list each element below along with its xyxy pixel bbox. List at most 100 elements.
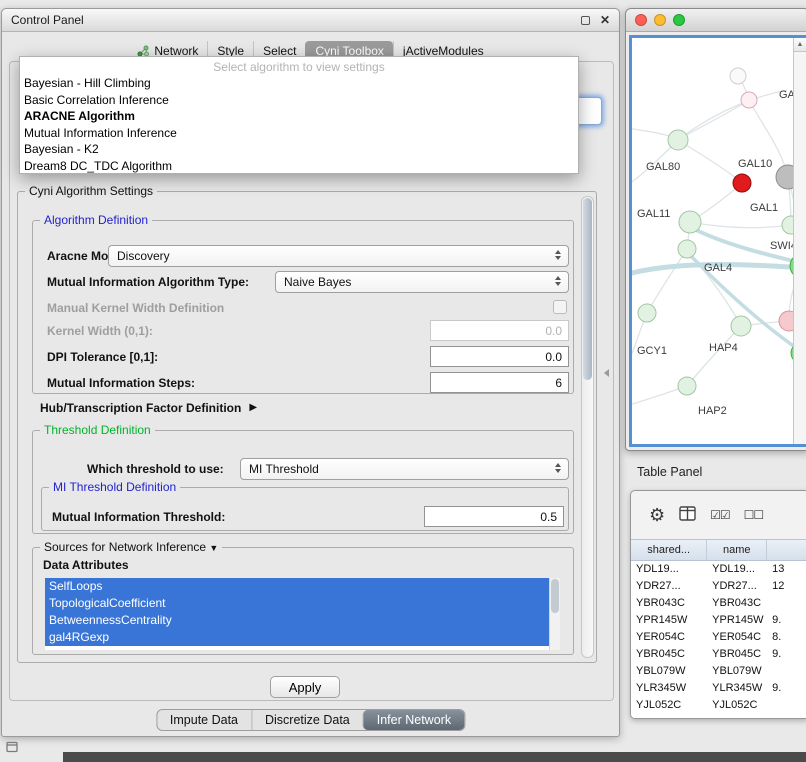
table-cell: YBR045C	[631, 646, 707, 663]
aracne-mode-dropdown[interactable]: Discovery	[108, 245, 569, 267]
tab-discretize-data[interactable]: Discretize Data	[251, 710, 363, 730]
table-cell: YDR27...	[707, 578, 767, 595]
deselect-all-icon[interactable]: ☐☐	[744, 508, 764, 522]
select-all-icon[interactable]: ☑☑	[710, 508, 730, 522]
manual-kernel-checkbox[interactable]	[553, 300, 567, 314]
attribute-item[interactable]: SelfLoops	[45, 578, 549, 595]
table-cell: YDL19...	[631, 561, 707, 578]
window-title: Control Panel	[11, 13, 84, 27]
table-row[interactable]: YBR045CYBR045C9.	[631, 646, 806, 663]
column-header[interactable]: shared...	[631, 540, 707, 560]
algorithm-option-mutual-information-inference[interactable]: Mutual Information Inference	[20, 125, 578, 142]
mi-type-value: Naive Bayes	[284, 275, 351, 289]
settings-vertical-scrollbar[interactable]	[581, 196, 594, 658]
network-window-titlebar[interactable]	[626, 9, 806, 32]
table-row[interactable]: YLR345WYLR345W9.	[631, 680, 806, 697]
column-header[interactable]: name	[707, 540, 767, 560]
attribute-items: SelfLoopsTopologicalCoefficientBetweenne…	[45, 578, 549, 650]
settings-gear-icon[interactable]: ⚙	[649, 506, 665, 524]
kernel-width-field[interactable]: 0.0	[430, 320, 569, 341]
float-window-icon[interactable]	[581, 16, 590, 25]
sources-group-title[interactable]: Sources for Network Inference ▼	[40, 540, 222, 554]
algorithm-definition-title: Algorithm Definition	[40, 213, 152, 227]
table-cell: YPR145W	[707, 612, 767, 629]
network-node[interactable]	[733, 174, 751, 192]
settings-group-title: Cyni Algorithm Settings	[25, 184, 157, 198]
panel-collapse-arrow[interactable]	[604, 369, 609, 377]
network-node[interactable]	[638, 304, 656, 322]
algorithm-option-aracne-algorithm[interactable]: ARACNE Algorithm	[20, 108, 578, 125]
attributes-scrollbar[interactable]	[549, 578, 560, 650]
node-label-gal1: GAL1	[750, 202, 778, 214]
attributes-scrollbar-thumb[interactable]	[551, 579, 559, 613]
hub-definition-toggle[interactable]: Hub/Transcription Factor Definition ▶	[40, 401, 257, 415]
hub-definition-label: Hub/Transcription Factor Definition	[40, 401, 241, 415]
minimize-traffic-light[interactable]	[654, 14, 666, 26]
mi-threshold-field[interactable]: 0.5	[424, 506, 564, 527]
table-cell: YER054C	[707, 629, 767, 646]
network-node[interactable]	[678, 377, 696, 395]
attribute-item[interactable]: BetweennessCentrality	[45, 612, 549, 629]
network-node[interactable]	[731, 316, 751, 336]
table-cell	[767, 663, 806, 680]
settings-scrollbar-thumb[interactable]	[583, 198, 592, 380]
dpi-tolerance-field[interactable]: 0.0	[430, 346, 569, 367]
attribute-item[interactable]: gal4RGexp	[45, 629, 549, 646]
scroll-up-icon[interactable]: ▲	[794, 38, 806, 52]
close-traffic-light[interactable]	[635, 14, 647, 26]
table-row[interactable]: YBR043CYBR043C	[631, 595, 806, 612]
table-cell: YBR045C	[707, 646, 767, 663]
table-cell: YPR145W	[631, 612, 707, 629]
column-header[interactable]	[767, 540, 806, 560]
node-label-gal11: GAL11	[637, 208, 670, 220]
table-cell: YBR043C	[631, 595, 707, 612]
minimized-window-icon[interactable]	[6, 740, 19, 756]
combo-arrows-icon	[555, 463, 561, 473]
network-node[interactable]	[730, 68, 746, 84]
algorithm-option-bayesian-k2[interactable]: Bayesian - K2	[20, 141, 578, 158]
table-row[interactable]: YDR27...YDR27...12	[631, 578, 806, 595]
table-cell: YJL052C	[707, 697, 767, 714]
algorithm-option-dream8-dc-tdc-algorithm[interactable]: Dream8 DC_TDC Algorithm	[20, 158, 578, 175]
network-vertical-scrollbar[interactable]: ▲	[793, 38, 806, 444]
which-threshold-dropdown[interactable]: MI Threshold	[240, 458, 569, 480]
attribute-item[interactable]: TopologicalCoefficient	[45, 595, 549, 612]
algorithm-option-bayesian-hill-climbing[interactable]: Bayesian - Hill Climbing	[20, 75, 578, 92]
manual-kernel-label: Manual Kernel Width Definition	[47, 301, 224, 315]
network-node[interactable]	[741, 92, 757, 108]
table-row[interactable]: YDL19...YDL19...13	[631, 561, 806, 578]
control-panel-titlebar[interactable]: Control Panel ✕	[2, 9, 619, 32]
mi-algorithm-type-dropdown[interactable]: Naive Bayes	[275, 271, 569, 293]
table-row[interactable]: YER054CYER054C8.	[631, 629, 806, 646]
mi-steps-field[interactable]: 6	[430, 372, 569, 393]
table-cell: 9.	[767, 612, 806, 629]
data-attributes-list[interactable]: SelfLoopsTopologicalCoefficientBetweenne…	[45, 578, 560, 650]
network-node[interactable]	[678, 240, 696, 258]
network-canvas[interactable]: GAL7GAL80GAL10GAL11GAL1SWI4GAL4GCY1HAP4H…	[629, 35, 806, 447]
close-window-icon[interactable]: ✕	[600, 15, 610, 25]
table-cell: 12	[767, 578, 806, 595]
which-threshold-value: MI Threshold	[249, 462, 319, 476]
network-node[interactable]	[679, 211, 701, 233]
apply-button[interactable]: Apply	[270, 676, 340, 698]
network-graph: GAL7GAL80GAL10GAL11GAL1SWI4GAL4GCY1HAP4H…	[632, 38, 806, 447]
table-cell: YBL079W	[631, 663, 707, 680]
zoom-traffic-light[interactable]	[673, 14, 685, 26]
table-row[interactable]: YPR145WYPR145W9.	[631, 612, 806, 629]
which-threshold-label: Which threshold to use:	[87, 462, 224, 476]
node-label-hap4: HAP4	[709, 342, 738, 354]
column-selector-icon[interactable]	[679, 506, 696, 524]
table-cell: YBR043C	[707, 595, 767, 612]
algorithm-definition-group: Algorithm Definition Aracne Mode: Discov…	[32, 220, 574, 394]
algorithm-option-basic-correlation-inference[interactable]: Basic Correlation Inference	[20, 92, 578, 109]
table-header: shared...name	[631, 539, 806, 561]
data-attributes-label: Data Attributes	[43, 558, 129, 572]
cyni-bottom-tabs: Impute DataDiscretize DataInfer Network	[156, 709, 465, 731]
table-cell: YER054C	[631, 629, 707, 646]
network-node[interactable]	[668, 130, 688, 150]
tab-impute-data[interactable]: Impute Data	[157, 710, 251, 730]
table-row[interactable]: YBL079WYBL079W	[631, 663, 806, 680]
table-row[interactable]: YJL052CYJL052C	[631, 697, 806, 714]
tab-infer-network[interactable]: Infer Network	[363, 710, 464, 730]
threshold-definition-title: Threshold Definition	[40, 423, 155, 437]
